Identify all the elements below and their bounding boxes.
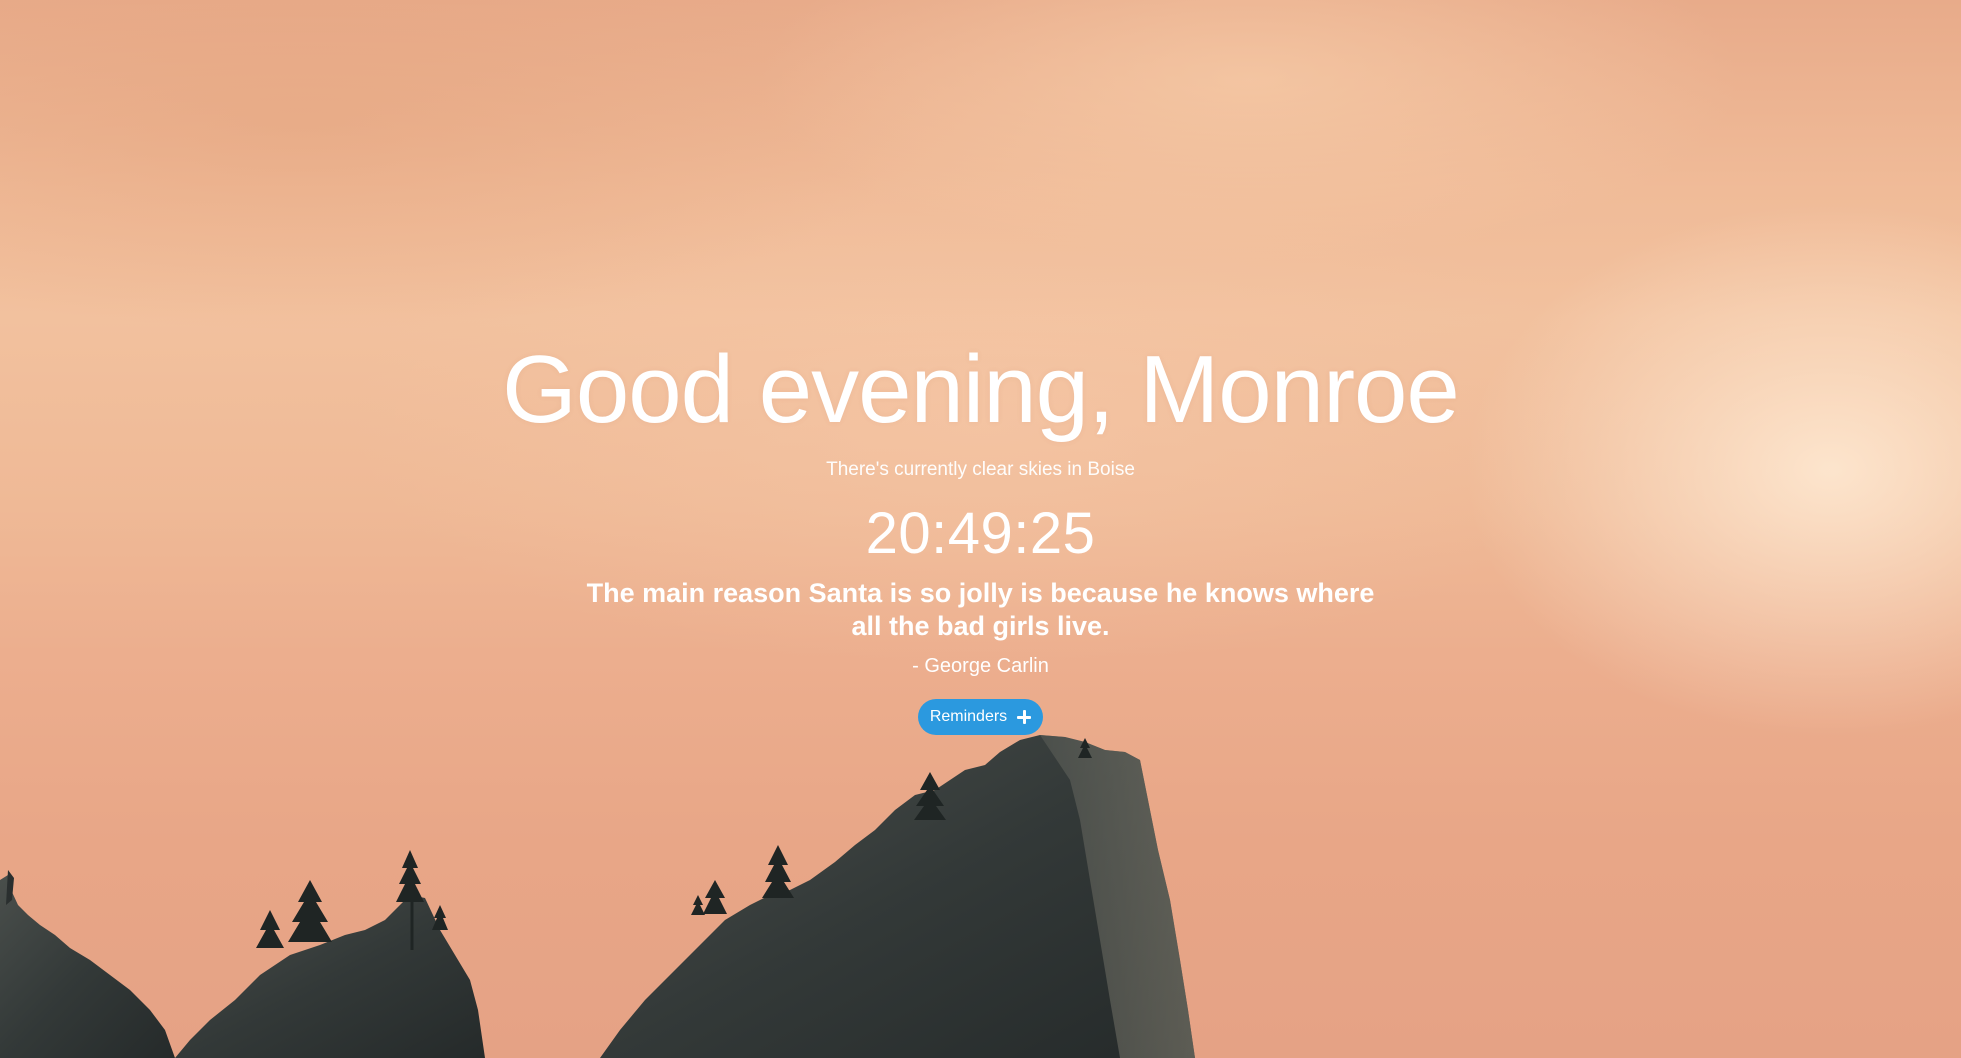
greeting-heading: Good evening, Monroe	[502, 336, 1460, 443]
quote-text: The main reason Santa is so jolly is bec…	[586, 578, 1375, 641]
clock-display: 20:49:25	[865, 501, 1096, 566]
main-content: Good evening, Monroe There's currently c…	[0, 335, 1961, 735]
quote-author: - George Carlin	[912, 655, 1049, 677]
plus-icon	[1017, 710, 1032, 724]
reminders-button[interactable]: Reminders	[917, 699, 1044, 735]
weather-text: There's currently clear skies in Boise	[826, 459, 1135, 480]
reminders-label: Reminders	[929, 708, 1008, 725]
